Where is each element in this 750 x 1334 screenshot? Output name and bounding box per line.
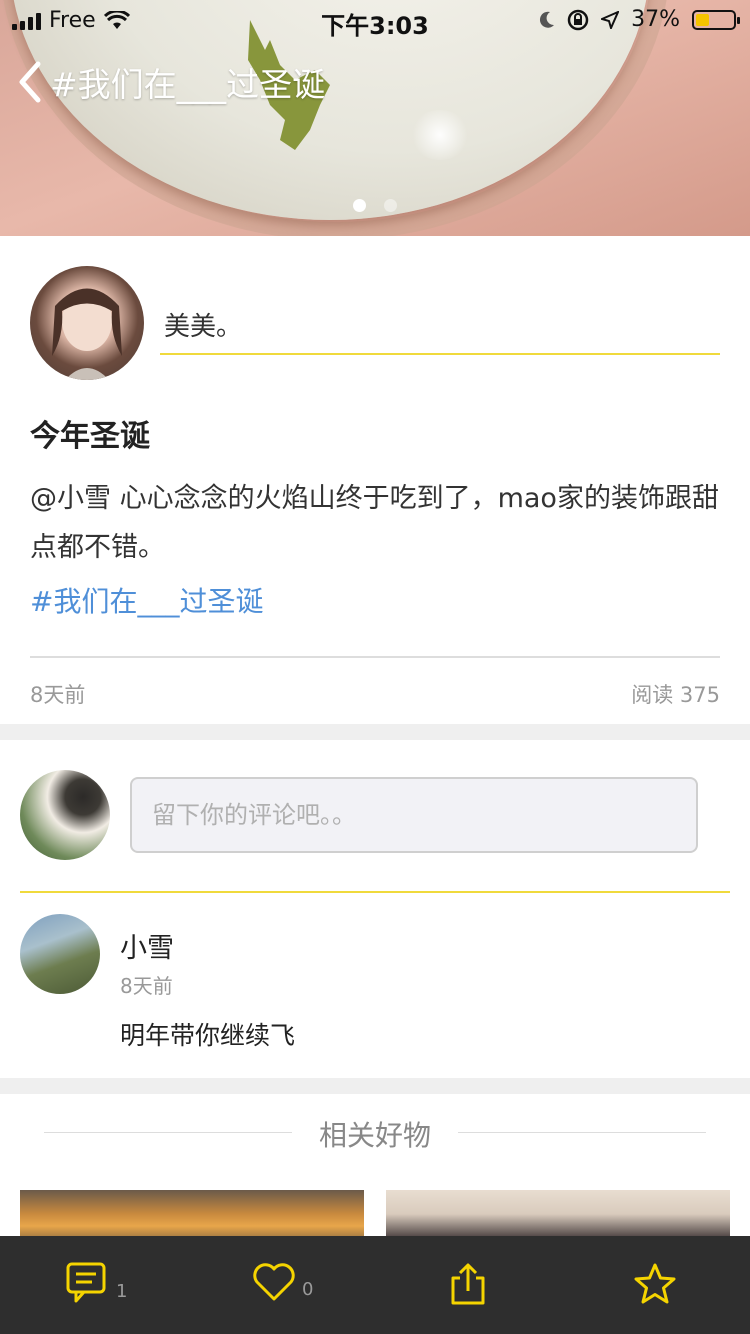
- carousel-dot-2[interactable]: [384, 199, 397, 212]
- commenter-name[interactable]: 小雪: [120, 926, 174, 965]
- post-title: 今年圣诞: [30, 419, 150, 454]
- like-count: 0: [302, 1279, 314, 1300]
- post-divider: [30, 656, 720, 658]
- author-name[interactable]: 美美。: [160, 306, 720, 355]
- current-user-avatar[interactable]: [20, 770, 110, 860]
- comment-time: 8天前: [120, 974, 173, 998]
- hero-image[interactable]: Free 下午3:03 37% #我们在___过圣诞: [0, 0, 750, 236]
- author-avatar[interactable]: [30, 266, 144, 380]
- star-icon: [634, 1263, 676, 1304]
- commenter-avatar[interactable]: [20, 914, 100, 994]
- author-avatar-image: [52, 288, 122, 380]
- status-right: 37%: [539, 7, 740, 32]
- status-bar: Free 下午3:03 37%: [0, 0, 750, 40]
- related-item-thumbnail[interactable]: [20, 1190, 364, 1236]
- comment-input[interactable]: [130, 777, 698, 853]
- carousel-dots[interactable]: [0, 199, 750, 212]
- back-arrow-icon[interactable]: [16, 60, 42, 104]
- comments-section: 小雪 8天前 明年带你继续飞: [0, 740, 750, 1078]
- read-count: 阅读 375: [631, 683, 720, 707]
- related-section: 相关好物: [0, 1094, 750, 1236]
- share-button[interactable]: [448, 1262, 488, 1306]
- plate-glare: [410, 110, 470, 160]
- nav-title: #我们在___过圣诞: [50, 65, 326, 104]
- share-icon: [451, 1263, 485, 1305]
- rotation-lock-icon: [567, 9, 589, 30]
- post-body: @小雪 心心念念的火焰山终于吃到了，mao家的装饰跟甜点都不错。: [30, 483, 719, 563]
- comment-count: 1: [116, 1281, 128, 1302]
- battery-icon: [692, 9, 740, 30]
- nav-bar: #我们在___过圣诞: [16, 58, 325, 106]
- favorite-button[interactable]: [632, 1262, 678, 1306]
- bottom-action-bar: 1 0: [0, 1236, 750, 1334]
- post-time: 8天前: [30, 683, 86, 707]
- comments-divider: [20, 891, 730, 893]
- post-card: 美美。 今年圣诞 @小雪 心心念念的火焰山终于吃到了，mao家的装饰跟甜点都不错…: [0, 236, 750, 724]
- comment-icon: [66, 1262, 106, 1303]
- carousel-dot-1[interactable]: [353, 199, 366, 212]
- comment-button[interactable]: 1: [66, 1262, 127, 1304]
- related-title: 相关好物: [318, 1119, 431, 1152]
- heart-icon: [253, 1263, 295, 1301]
- related-divider-right: [458, 1132, 706, 1133]
- battery-fill: [696, 13, 710, 26]
- location-icon: [601, 10, 620, 29]
- like-button[interactable]: 0: [252, 1262, 313, 1302]
- related-item-thumbnail[interactable]: [386, 1190, 730, 1236]
- hashtag-link[interactable]: #我们在___过圣诞: [30, 580, 263, 620]
- moon-icon: [540, 11, 555, 28]
- battery-percent: 37%: [631, 7, 680, 32]
- comment-text: 明年带你继续飞: [120, 1021, 296, 1050]
